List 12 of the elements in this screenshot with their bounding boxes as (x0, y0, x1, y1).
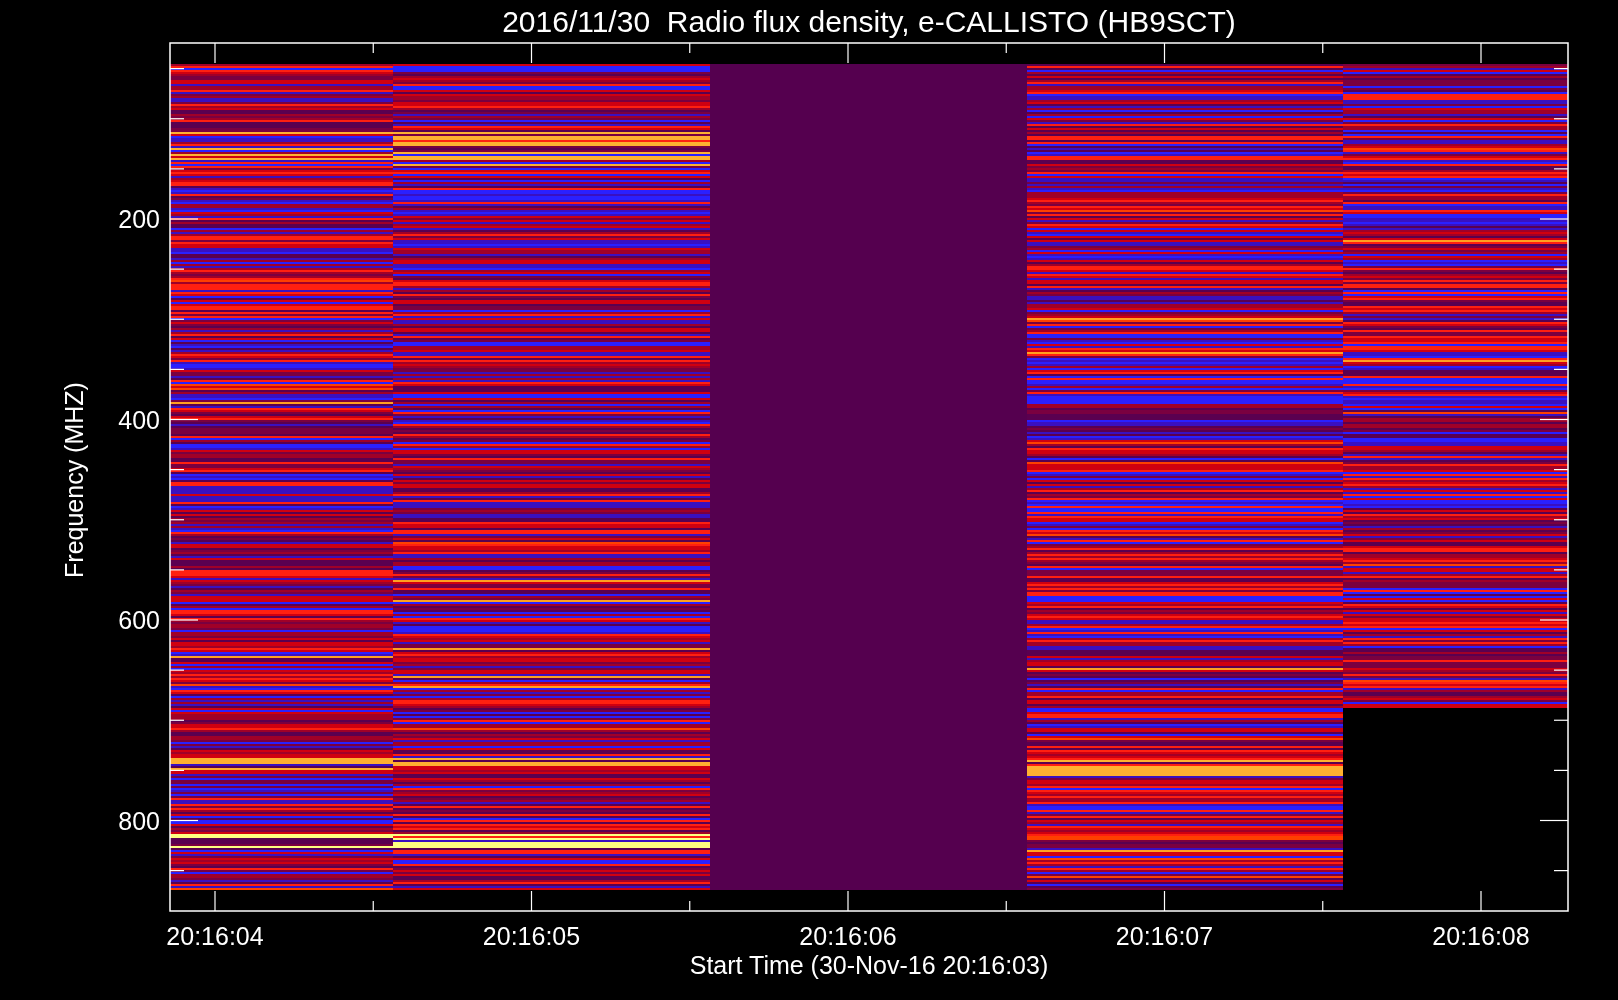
y-tick-label: 200 (118, 205, 160, 233)
y-tick-label: 600 (118, 606, 160, 634)
x-tick-label: 20:16:05 (482, 922, 581, 950)
x-tick-label: 20:16:04 (166, 922, 264, 950)
x-tick-label: 20:16:06 (799, 922, 897, 950)
y-axis-title: Frequency (MHZ) (60, 382, 88, 578)
x-tick-label: 20:16:08 (1432, 922, 1530, 950)
y-tick-label: 400 (118, 405, 160, 434)
chart-title: 2016/11/30 Radio flux density, e-CALLISTO (HB9SCT) (502, 5, 1236, 38)
x-axis-title: Start Time (30-Nov-16 20:16:03) (689, 951, 1049, 979)
y-tick-label: 800 (118, 806, 160, 835)
x-tick-label: 20:16:07 (1115, 922, 1214, 950)
